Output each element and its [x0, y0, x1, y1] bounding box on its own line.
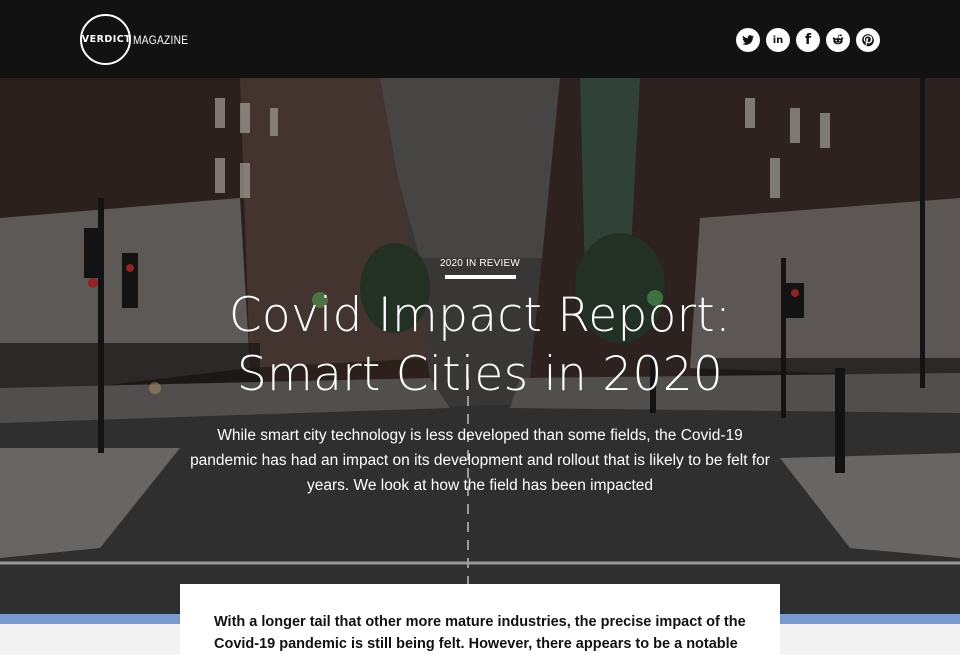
- page-title: Covid Impact Report: Smart Cities in 202…: [0, 286, 960, 404]
- facebook-label: f: [804, 32, 812, 48]
- pinterest-icon[interactable]: [856, 28, 880, 52]
- logo-word: VERDICT: [81, 34, 132, 45]
- site-header: VERDICT MAGAZINE in f: [0, 0, 960, 78]
- linkedin-icon[interactable]: in: [766, 28, 790, 52]
- hero-banner: 2020 IN REVIEW Covid Impact Report: Smar…: [0, 78, 960, 614]
- title-line-1: Covid Impact Report:: [228, 288, 732, 343]
- article-lead-paragraph: With a longer tail that other more matur…: [214, 614, 746, 652]
- kicker-underline: [445, 275, 516, 279]
- social-share-bar: in f: [736, 28, 880, 52]
- linkedin-label: in: [772, 34, 784, 46]
- article-body: With a longer tail that other more matur…: [180, 584, 780, 655]
- section-kicker[interactable]: 2020 IN REVIEW: [0, 258, 960, 269]
- logo-suffix: MAGAZINE: [133, 32, 189, 47]
- facebook-icon[interactable]: f: [796, 28, 820, 52]
- hero-subtitle: While smart city technology is less deve…: [190, 427, 770, 494]
- title-line-2: Smart Cities in 2020: [236, 347, 724, 402]
- reddit-icon[interactable]: [826, 28, 850, 52]
- twitter-icon[interactable]: [736, 28, 760, 52]
- logo-circle: VERDICT: [80, 14, 131, 65]
- verdict-logo[interactable]: VERDICT MAGAZINE: [80, 14, 198, 65]
